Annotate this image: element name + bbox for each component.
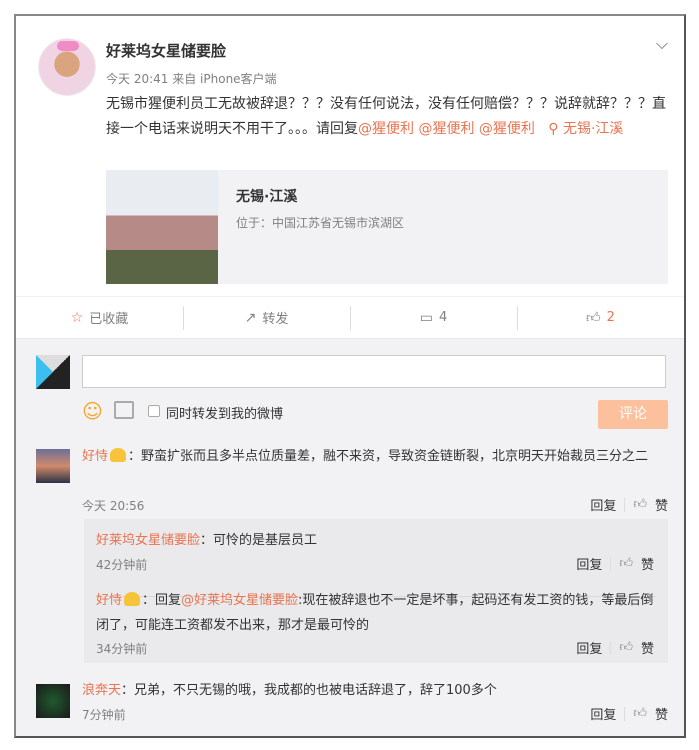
repost-checkbox-label[interactable]: 同时转发到我的微博 (166, 403, 283, 422)
comment-time: 今天 20:56 (82, 499, 145, 513)
mention-link[interactable]: @猩便利 (358, 121, 414, 137)
repost-button[interactable]: ↗ 转发 (183, 297, 350, 338)
reply-prefix: ：回复 (142, 593, 182, 608)
thumbs-up-icon[interactable]: 👍︎ (633, 706, 647, 721)
location-label: 无锡·江溪 (562, 121, 624, 137)
comment-actions: 回复 👍︎ 赞 (590, 495, 668, 514)
mention-link[interactable]: @猩便利 (479, 121, 535, 137)
emoji-icon[interactable]: ☺ (82, 399, 103, 423)
reply-text: ：可怜的是基层员工 (200, 533, 318, 548)
repost-label: 转发 (262, 312, 289, 327)
comment: 好恃 ：野蛮扩张而且多半点位质量差，融不来资，导致资金链断裂，北京明天开始裁员三分… (82, 444, 662, 469)
comment-text: ：野蛮扩张而且多半点位质量差，融不来资，导致资金链断裂，北京明天开始裁员三分之二 (128, 449, 649, 464)
vip-crown-icon (110, 448, 127, 462)
favorite-label: 已收藏 (89, 312, 129, 327)
post-source: 来自 iPhone客户端 (172, 72, 277, 86)
comment-time: 7分钟前 (82, 708, 126, 722)
reply-actions: 回复 👍︎ 赞 (576, 638, 654, 657)
favorite-button[interactable]: ☆ 已收藏 (16, 297, 183, 338)
divider (610, 556, 612, 571)
commenter-avatar[interactable] (36, 449, 70, 483)
author-name[interactable]: 好莱坞女星储要脸 (106, 40, 226, 61)
comment-actions: 回复 👍︎ 赞 (590, 704, 668, 723)
submit-comment-button[interactable]: 评论 (598, 400, 668, 429)
comment-button[interactable]: ▭ 4 (350, 297, 517, 338)
replier-name[interactable]: 好莱坞女星储要脸 (96, 533, 200, 548)
commenter-name[interactable]: 浪奔天 (82, 683, 121, 698)
post-meta: 今天 20:41 来自 iPhone客户端 (106, 70, 277, 87)
divider (624, 706, 626, 721)
thumbs-up-icon[interactable]: 👍︎ (633, 497, 647, 512)
mention-link[interactable]: @猩便利 (418, 121, 474, 137)
reply: 好莱坞女星储要脸：可怜的是基层员工 (96, 528, 317, 553)
reply-button[interactable]: 回复 (576, 554, 602, 573)
author-avatar[interactable] (38, 38, 96, 96)
card-subtitle: 位于：中国江苏省无锡市滨湖区 (236, 216, 405, 230)
comment-icon: ▭ (419, 309, 433, 326)
repost-icon: ↗ (244, 309, 257, 326)
reply-time: 34分钟前 (96, 642, 148, 656)
location-link[interactable]: ⚲ 无锡·江溪 (548, 121, 623, 137)
replier-name[interactable]: 好恃 (96, 593, 122, 608)
location-card[interactable]: 无锡·江溪 位于：中国江苏省无锡市滨湖区 (106, 170, 668, 284)
commenter-name[interactable]: 好恃 (82, 449, 108, 464)
like-count: 2 (606, 310, 615, 325)
card-title: 无锡·江溪 (236, 189, 298, 205)
repost-checkbox[interactable] (148, 405, 160, 417)
reply-button[interactable]: 回复 (590, 704, 616, 723)
star-icon: ☆ (70, 309, 84, 326)
mention-link[interactable]: @好莱坞女星储要脸 (181, 593, 298, 608)
like-button[interactable]: 赞 (655, 704, 668, 723)
vip-crown-icon (124, 592, 141, 606)
post-text: 无锡市猩便利员工无故被辞退？？？没有任何说法，没有任何赔偿？？？说辞就辞？？？直… (106, 92, 666, 142)
comment: 浪奔天：兄弟，不只无锡的哦，我成都的也被电话辞退了，辞了100多个 (82, 678, 497, 703)
comment-count: 4 (438, 310, 448, 325)
reply-button[interactable]: 回复 (590, 495, 616, 514)
reply-actions: 回复 👍︎ 赞 (576, 554, 654, 573)
chevron-down-icon[interactable]: ⌵ (656, 34, 668, 54)
my-avatar (36, 355, 70, 389)
thumbs-up-icon[interactable]: 👍︎ (619, 556, 633, 571)
location-photo (106, 170, 218, 284)
like-button[interactable]: 👍︎ 2 (517, 297, 684, 338)
reply-time: 42分钟前 (96, 558, 148, 572)
comment-input[interactable] (82, 355, 666, 388)
location-pin-icon: ⚲ (548, 121, 559, 137)
thumbs-up-icon: 👍︎ (586, 310, 601, 326)
post-time[interactable]: 今天 20:41 (106, 72, 168, 86)
divider (610, 640, 612, 655)
divider (624, 497, 626, 512)
thumbs-up-icon[interactable]: 👍︎ (619, 640, 633, 655)
reply: 好恃 ：回复@好莱坞女星储要脸:现在被辞退也不一定是坏事，起码还有发工资的钱，等最… (96, 588, 656, 638)
like-button[interactable]: 赞 (641, 554, 654, 573)
reply-button[interactable]: 回复 (576, 638, 602, 657)
weibo-post-window: 好莱坞女星储要脸 ⌵ 今天 20:41 来自 iPhone客户端 无锡市猩便利员… (14, 14, 686, 738)
action-bar: ☆ 已收藏 ↗ 转发 ▭ 4 👍︎ 2 (16, 296, 684, 338)
image-icon[interactable] (114, 401, 134, 419)
commenter-avatar[interactable] (36, 684, 70, 718)
like-button[interactable]: 赞 (641, 638, 654, 657)
comment-text: ：兄弟，不只无锡的哦，我成都的也被电话辞退了，辞了100多个 (121, 683, 497, 698)
like-button[interactable]: 赞 (655, 495, 668, 514)
